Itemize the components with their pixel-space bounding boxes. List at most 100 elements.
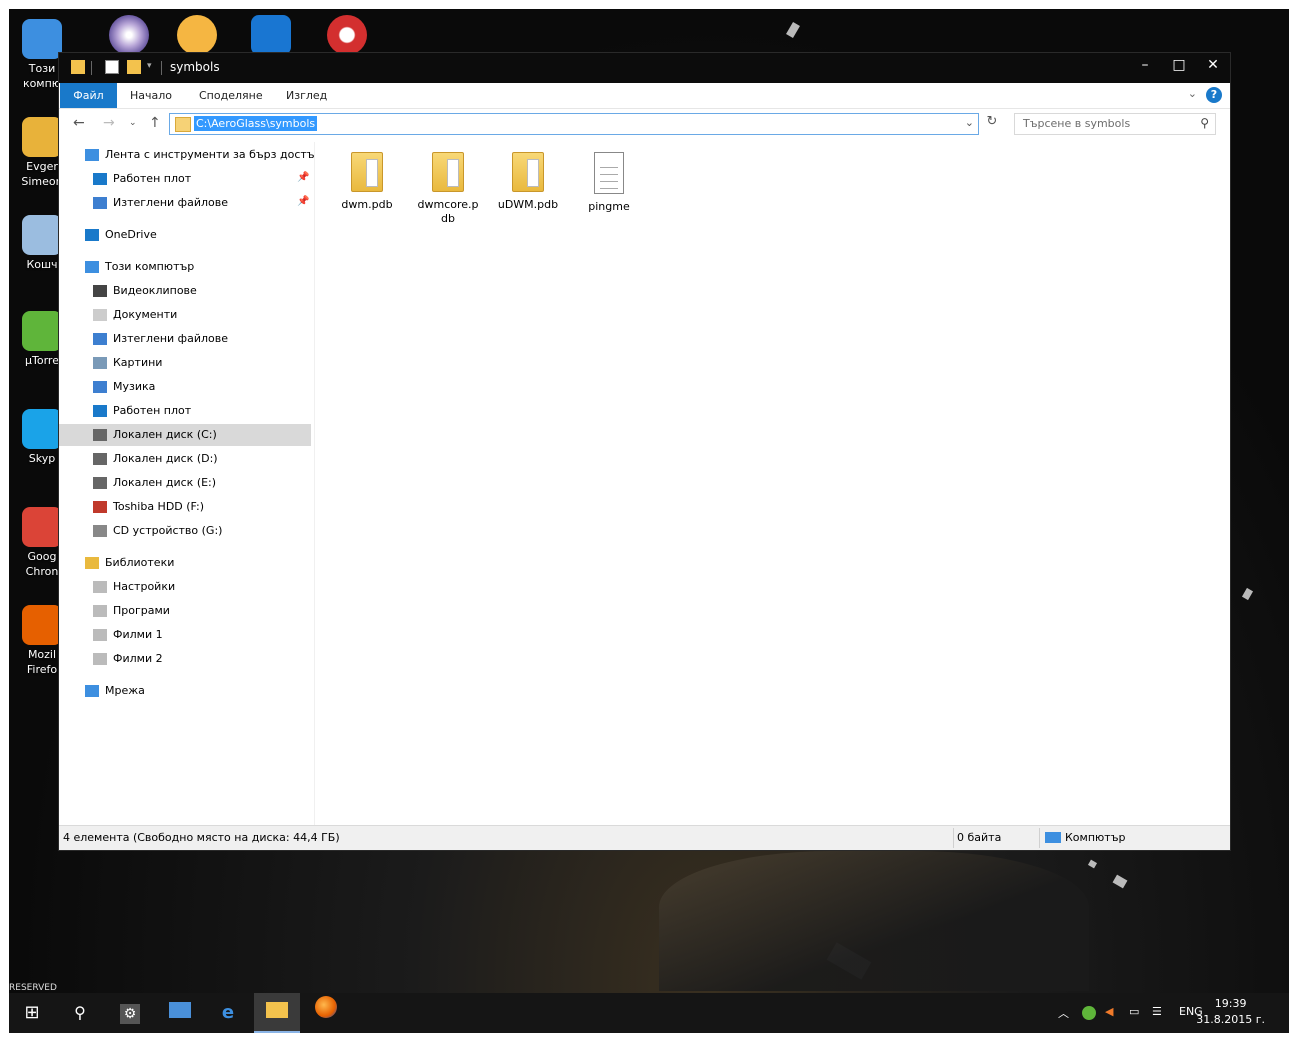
nav-item[interactable]: Документи [93, 304, 177, 326]
tab-view[interactable]: Изглед [286, 83, 327, 108]
nav-item[interactable]: Toshiba HDD (F:) [93, 496, 204, 518]
firefox-icon [315, 996, 337, 1018]
search-button[interactable]: ⚲ [57, 993, 103, 1033]
download-icon [93, 197, 107, 209]
help-icon[interactable]: ? [1206, 87, 1222, 103]
nav-item-label: Настройки [113, 580, 176, 593]
folder-icon [432, 152, 464, 192]
quick-access-dropdown-icon[interactable]: ▾ [147, 61, 152, 71]
nav-item[interactable]: Филми 1 [93, 624, 163, 646]
properties-icon[interactable] [105, 60, 119, 74]
new-folder-icon[interactable] [127, 60, 141, 74]
close-button[interactable]: ✕ [1196, 53, 1230, 79]
title-bar[interactable]: ▾ symbols – □ ✕ [59, 53, 1230, 83]
nav-item[interactable]: CD устройство (G:) [93, 520, 222, 542]
taskbar-firefox[interactable] [303, 993, 349, 1033]
file-list: dwm.pdb dwmcore.p db uDWM.pdb pingme [315, 142, 1230, 826]
file-item[interactable]: uDWM.pdb [492, 152, 564, 212]
address-bar[interactable]: C:\AeroGlass\symbols ⌄ [169, 113, 979, 135]
multichat-icon [177, 15, 217, 55]
nav-item-label: Филми 1 [113, 628, 163, 641]
nav-item[interactable]: Лента с инструменти за бърз достъп [85, 144, 322, 166]
document-icon [93, 309, 107, 321]
recent-locations-chevron-icon[interactable]: ⌄ [129, 118, 137, 128]
teamviewer-icon [251, 15, 291, 55]
address-path[interactable]: C:\AeroGlass\symbols [194, 116, 318, 131]
desktop-decoration [1241, 587, 1254, 601]
status-location: Компютър [1065, 831, 1126, 844]
nav-item[interactable]: Мрежа [85, 680, 145, 702]
pin-icon[interactable]: 📌 [297, 196, 309, 207]
nav-item[interactable]: Настройки [93, 576, 175, 598]
app-icon [22, 605, 62, 645]
app-icon [22, 19, 62, 59]
nav-item[interactable]: Локален диск (E:) [93, 472, 216, 494]
nav-item-label: Работен плот [113, 404, 192, 417]
nav-item[interactable]: Работен плот [93, 168, 191, 190]
tab-share[interactable]: Споделяне [199, 83, 263, 108]
taskbar-control-panel[interactable] [157, 993, 203, 1033]
file-item[interactable]: dwm.pdb [331, 152, 403, 212]
star-icon [85, 149, 99, 161]
nav-item[interactable]: Изтеглени файлове [93, 328, 228, 350]
tab-home[interactable]: Начало [130, 83, 172, 108]
drive-icon [93, 429, 107, 441]
nav-item[interactable]: Локален диск (C:) [59, 424, 311, 446]
maximize-button[interactable]: □ [1162, 53, 1196, 79]
search-icon: ⚲ [1200, 116, 1209, 130]
nav-item[interactable]: OneDrive [85, 224, 157, 246]
utorrent-tray-icon[interactable] [1082, 1006, 1096, 1020]
refresh-icon[interactable]: ↻ [982, 114, 1002, 134]
tab-file[interactable]: Файл [60, 83, 117, 108]
computer-icon [1045, 832, 1061, 843]
external-drive-icon [93, 501, 107, 513]
computer-icon [85, 261, 99, 273]
minimize-button[interactable]: – [1128, 53, 1162, 79]
taskbar-settings[interactable]: ⚙ [107, 993, 153, 1033]
taskbar-internet-explorer[interactable]: e [205, 993, 251, 1033]
nav-item-label: Библиотеки [105, 556, 175, 569]
folder-icon [351, 152, 383, 192]
nav-item[interactable]: Този компютър [85, 256, 194, 278]
nav-item[interactable]: Картини [93, 352, 162, 374]
nav-item[interactable]: Програми [93, 600, 170, 622]
search-box[interactable]: Търсене в symbols ⚲ [1014, 113, 1216, 135]
folder-icon [175, 117, 191, 132]
nav-item[interactable]: Музика [93, 376, 155, 398]
file-explorer-window: ▾ symbols – □ ✕ Файл Начало Споделяне Из… [58, 52, 1231, 851]
forward-arrow-icon[interactable]: → [103, 115, 115, 131]
taskbar-file-explorer[interactable] [254, 993, 300, 1033]
pin-icon[interactable]: 📌 [297, 172, 309, 183]
file-item[interactable]: pingme [573, 152, 645, 214]
nav-item[interactable]: Работен плот [93, 400, 191, 422]
volume-icon[interactable]: ◀ [1105, 1005, 1113, 1018]
nav-item[interactable]: Филми 2 [93, 648, 163, 670]
start-button[interactable]: ⊞ [9, 993, 55, 1033]
nav-item-label: Филми 2 [113, 652, 163, 665]
desktop-icon-dvd[interactable] [94, 15, 164, 57]
desktop-icon-teamviewer[interactable] [236, 15, 306, 57]
tray-overflow-chevron[interactable]: ︿ [1058, 1005, 1069, 1021]
nav-item-label: Този компютър [105, 260, 195, 273]
app-icon [22, 507, 62, 547]
download-icon [93, 333, 107, 345]
file-item[interactable]: dwmcore.p db [412, 152, 484, 226]
nav-item[interactable]: Локален диск (D:) [93, 448, 218, 470]
control-panel-icon [169, 1002, 191, 1018]
up-arrow-icon[interactable]: ↑ [149, 115, 161, 131]
nav-item[interactable]: Библиотеки [85, 552, 174, 574]
nav-item[interactable]: Видеоклипове [93, 280, 197, 302]
folder-contents-icon [447, 159, 459, 187]
network-tray-icon[interactable]: ▭ [1129, 1005, 1139, 1018]
pictures-icon [93, 357, 107, 369]
file-name: pingme [588, 200, 630, 213]
desktop-icon-ccleaner[interactable] [312, 15, 382, 57]
desktop-icon-multichat[interactable] [162, 15, 232, 57]
address-dropdown-chevron-icon[interactable]: ⌄ [965, 116, 974, 129]
back-arrow-icon[interactable]: ← [73, 115, 85, 131]
clock[interactable]: 19:39 31.8.2015 г. [1196, 996, 1265, 1028]
nav-item[interactable]: Изтеглени файлове [93, 192, 228, 214]
expand-ribbon-chevron-icon[interactable]: ⌄ [1188, 87, 1197, 100]
notifications-icon[interactable]: ☰ [1152, 1005, 1162, 1018]
drive-icon [93, 453, 107, 465]
